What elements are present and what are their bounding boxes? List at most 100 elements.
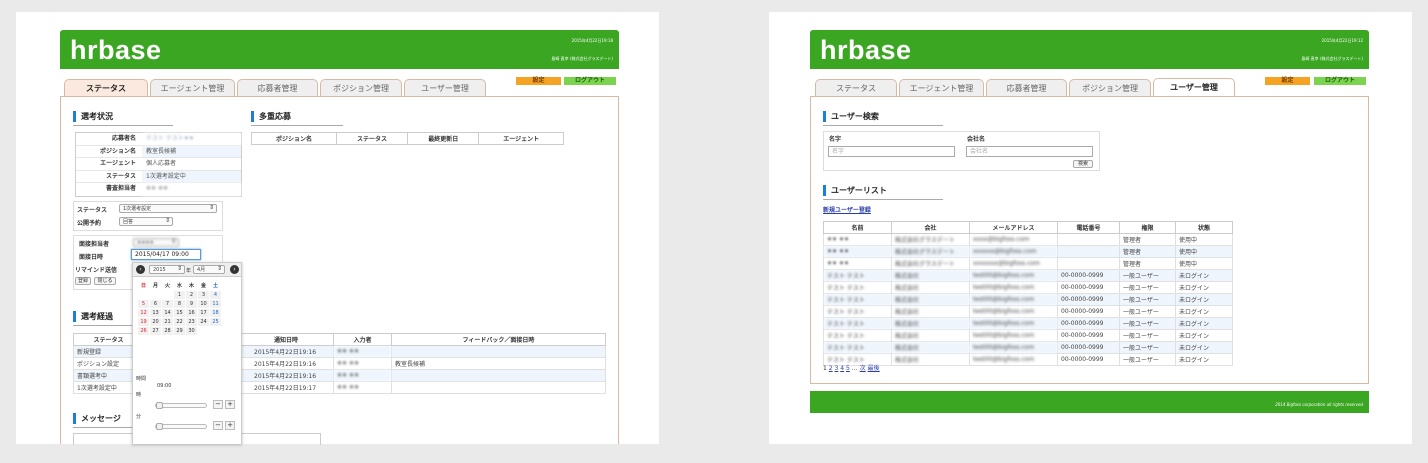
calendar-day[interactable]: 3: [197, 289, 210, 300]
table-row[interactable]: テスト テスト 株式会社 test00@bigfoss.com 00-0000-099…: [823, 317, 1233, 330]
page-link[interactable]: 3: [835, 365, 839, 372]
calendar-day[interactable]: 9: [185, 298, 198, 309]
left-tab-position[interactable]: ポジション管理: [320, 79, 402, 96]
right-tab-position[interactable]: ポジション管理: [1069, 79, 1151, 96]
cell-email: test00@bigfoss.com: [969, 353, 1058, 366]
right-tab-user[interactable]: ユーザー管理: [1153, 78, 1235, 97]
column-header: 最終更新日: [407, 132, 480, 145]
table-row[interactable]: ⚫⚫ ⚫⚫ 株式会社グラスデート xxxxxxx@bigfoss.com 管理者 使用中: [823, 257, 1233, 270]
calendar-day[interactable]: 29: [173, 325, 186, 336]
calendar-day[interactable]: 4: [209, 289, 222, 300]
calendar-day[interactable]: 1: [173, 289, 186, 300]
year-select[interactable]: 2015: [149, 265, 185, 274]
calendar-day[interactable]: 23: [185, 316, 198, 327]
status-select[interactable]: 1次選考設定: [119, 204, 217, 213]
left-screenshot: hrbase 2015年4月22日19:18 島崎 直幸 (株式会社グラスデート…: [16, 12, 659, 445]
calendar-day[interactable]: 8: [173, 298, 186, 309]
left-logout-button[interactable]: ログアウト: [564, 77, 616, 85]
calendar-day[interactable]: 24: [197, 316, 210, 327]
cell-phone: [1057, 233, 1120, 246]
prev-month-icon[interactable]: ‹: [136, 265, 145, 274]
table-row[interactable]: テスト テスト 株式会社 test00@bigfoss.com 00-0000-099…: [823, 305, 1233, 318]
name-input[interactable]: 名字: [828, 146, 955, 157]
slider-handle[interactable]: [156, 402, 163, 409]
minute-increase-button[interactable]: +: [225, 421, 235, 430]
right-tab-status[interactable]: ステータス: [815, 79, 897, 96]
calendar-day[interactable]: 19: [137, 316, 150, 327]
calendar-day[interactable]: 15: [173, 307, 186, 318]
company-input[interactable]: 会社名: [966, 146, 1093, 157]
calendar-day[interactable]: 12: [137, 307, 150, 318]
page-link[interactable]: 5: [846, 365, 850, 372]
minute-slider[interactable]: [155, 423, 207, 430]
next-month-icon[interactable]: ›: [230, 265, 239, 274]
right-logout-button[interactable]: ログアウト: [1314, 77, 1366, 85]
date-input[interactable]: 2015/04/17 09:00: [131, 249, 201, 260]
last-page-link[interactable]: 最後: [868, 365, 880, 372]
calendar-day[interactable]: 16: [185, 307, 198, 318]
calendar-day[interactable]: 6: [149, 298, 162, 309]
left-header-user: 島崎 直幸 (株式会社グラスデート): [551, 56, 613, 61]
search-button[interactable]: 検索: [1073, 160, 1093, 168]
calendar-day[interactable]: 14: [161, 307, 174, 318]
hour-slider[interactable]: [155, 402, 207, 409]
calendar-day[interactable]: 28: [161, 325, 174, 336]
month-select[interactable]: 4月: [193, 265, 225, 274]
calendar-day[interactable]: 17: [197, 307, 210, 318]
calendar-day[interactable]: 22: [173, 316, 186, 327]
cell-state: 未ログイン: [1175, 293, 1233, 306]
right-tab-agent[interactable]: エージェント管理: [899, 79, 984, 96]
right-settings-button[interactable]: 設定: [1265, 77, 1310, 85]
right-tab-applicant[interactable]: 応募者管理: [986, 79, 1067, 96]
next-page-link[interactable]: 次: [860, 365, 866, 372]
calendar-day[interactable]: 27: [149, 325, 162, 336]
calendar-day[interactable]: 26: [137, 325, 150, 336]
calendar-day[interactable]: 18: [209, 307, 222, 318]
publish-select[interactable]: 回答: [119, 217, 173, 226]
kv-value: 1次選考設定中: [142, 170, 241, 182]
calendar-day[interactable]: 20: [149, 316, 162, 327]
multi-apply-title: 多重応募: [251, 111, 291, 122]
hour-increase-button[interactable]: +: [225, 400, 235, 409]
page-link[interactable]: 4: [840, 365, 844, 372]
interviewer-label: 面接担当者: [79, 241, 110, 248]
calendar-day[interactable]: 10: [197, 298, 210, 309]
calendar-day[interactable]: 5: [137, 298, 150, 309]
left-tab-agent[interactable]: エージェント管理: [150, 79, 235, 96]
calendar-empty-cell: [197, 325, 210, 336]
table-row[interactable]: ⚫⚫ ⚫⚫ 株式会社グラスデート xxxx@bigfoss.com 管理者 使用中: [823, 233, 1233, 246]
table-row[interactable]: テスト テスト 株式会社 test00@bigfoss.com 00-0000-099…: [823, 269, 1233, 282]
cell-email: test00@bigfoss.com: [969, 317, 1058, 330]
cell-company: 株式会社グラスデート: [891, 257, 970, 270]
left-settings-button[interactable]: 設定: [516, 77, 561, 85]
calendar-day[interactable]: 7: [161, 298, 174, 309]
table-row[interactable]: ⚫⚫ ⚫⚫ 株式会社グラスデート xxxxxx@bigfoss.com 管理者 使用中: [823, 245, 1233, 258]
table-row[interactable]: テスト テスト 株式会社 test00@bigfoss.com 00-0000-099…: [823, 353, 1233, 366]
calendar-day[interactable]: 30: [185, 325, 198, 336]
interviewer-select[interactable]: ⚫⚫⚫⚫: [133, 238, 179, 247]
slider-handle[interactable]: [156, 423, 163, 430]
table-row[interactable]: テスト テスト 株式会社 test00@bigfoss.com 00-0000-099…: [823, 341, 1233, 354]
cell-user: ⚫⚫ ⚫⚫: [333, 357, 392, 370]
minute-decrease-button[interactable]: −: [213, 421, 223, 430]
left-tab-applicant[interactable]: 応募者管理: [237, 79, 318, 96]
cell-company: 株式会社: [891, 293, 970, 306]
table-row[interactable]: テスト テスト 株式会社 test00@bigfoss.com 00-0000-099…: [823, 293, 1233, 306]
calendar-day[interactable]: 13: [149, 307, 162, 318]
new-user-link[interactable]: 新規ユーザー登録: [823, 205, 871, 214]
register-button[interactable]: 登録: [75, 277, 91, 285]
page-link[interactable]: 2: [829, 365, 833, 372]
calendar-day[interactable]: 2: [185, 289, 198, 300]
table-row[interactable]: テスト テスト 株式会社 test00@bigfoss.com 00-0000-099…: [823, 329, 1233, 342]
left-tab-user[interactable]: ユーザー管理: [404, 79, 486, 96]
table-row[interactable]: テスト テスト 株式会社 test00@bigfoss.com 00-0000-099…: [823, 281, 1233, 294]
calendar-week-row: 26 27 28 29 30: [137, 325, 222, 336]
left-tab-status[interactable]: ステータス: [64, 79, 148, 96]
calendar-day[interactable]: 11: [209, 298, 222, 309]
close-button[interactable]: 閉じる: [94, 277, 116, 285]
cell-feedback: [391, 345, 606, 358]
calendar-empty-cell: [161, 289, 174, 300]
calendar-day[interactable]: 25: [209, 316, 222, 327]
hour-decrease-button[interactable]: −: [213, 400, 223, 409]
calendar-day[interactable]: 21: [161, 316, 174, 327]
